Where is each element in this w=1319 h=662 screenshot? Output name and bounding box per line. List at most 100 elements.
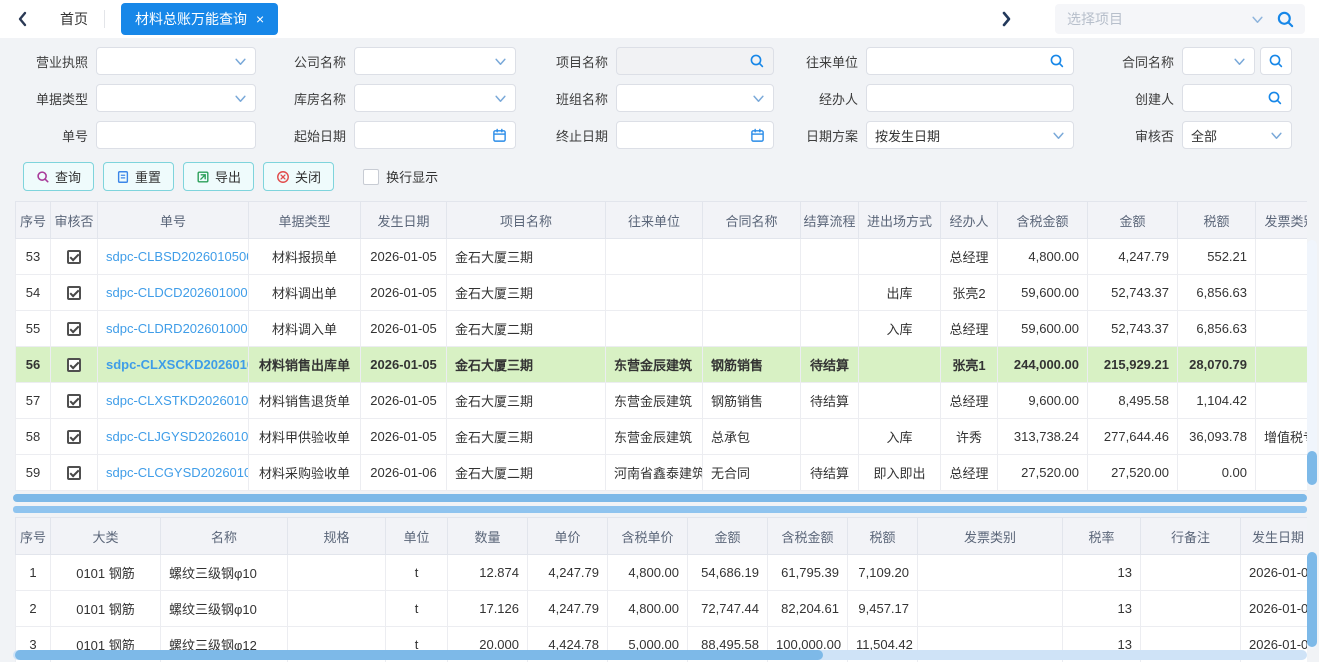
counterparty-search[interactable]	[866, 47, 1074, 75]
business-license-select[interactable]	[96, 47, 256, 75]
handler-input[interactable]	[866, 84, 1074, 112]
search-icon[interactable]	[1049, 53, 1065, 69]
tab-home[interactable]: 首页	[60, 9, 88, 29]
row-checkbox-checked[interactable]	[67, 322, 81, 336]
cell-unit: t	[386, 555, 448, 591]
filter-label-end-date: 终止日期	[524, 126, 608, 145]
company-name-select[interactable]	[354, 47, 516, 75]
start-date-picker[interactable]	[354, 121, 516, 149]
table-row[interactable]: 53sdpc-CLBSD20260105000材料报损单2026-01-05金石…	[16, 239, 1308, 275]
cell-handler: 许秀	[941, 419, 998, 455]
cell-doc-type: 材料报损单	[249, 239, 361, 275]
cell-contract: 无合同	[703, 455, 801, 491]
main-table-vertical-scrollbar[interactable]	[1307, 240, 1317, 487]
close-button[interactable]: 关闭	[263, 162, 334, 191]
row-checkbox-checked[interactable]	[67, 430, 81, 444]
detail-table-horizontal-scrollbar[interactable]	[13, 650, 1307, 660]
warehouse-select[interactable]	[354, 84, 516, 112]
cell-handler: 总经理	[941, 383, 998, 419]
doc-no-input[interactable]	[96, 121, 256, 149]
row-checkbox-checked[interactable]	[67, 466, 81, 480]
doc-number-link[interactable]: sdpc-CLDCD20260100000	[106, 285, 249, 300]
tab-close-icon[interactable]: ×	[256, 12, 264, 26]
cell-counterparty: 东营金辰建筑	[606, 419, 703, 455]
query-button[interactable]: 查询	[23, 162, 94, 191]
audited-select[interactable]: 全部	[1182, 121, 1292, 149]
cell-seq: 59	[16, 455, 51, 491]
end-date-picker[interactable]	[616, 121, 774, 149]
table-row[interactable]: 10101 钢筋螺纹三级钢φ10t12.8744,247.794,800.005…	[16, 555, 1308, 591]
doc-number-link[interactable]: sdpc-CLCGYSD202601060	[106, 465, 249, 480]
filter-label-warehouse: 库房名称	[264, 89, 346, 108]
contract-search-button[interactable]	[1260, 47, 1292, 75]
row-checkbox-checked[interactable]	[67, 250, 81, 264]
cell-amount: 72,747.44	[688, 591, 768, 627]
cell-in-out	[859, 239, 941, 275]
cell-amount-tax: 4,800.00	[998, 239, 1088, 275]
cell-amount-tax: 61,795.39	[768, 555, 848, 591]
table-row[interactable]: 54sdpc-CLDCD20260100000材料调出单2026-01-05金石…	[16, 275, 1308, 311]
main-table-horizontal-scrollbar[interactable]	[13, 494, 1307, 502]
column-header-doc-no: 单号	[98, 202, 249, 239]
filter-label-company-name: 公司名称	[264, 52, 346, 71]
cell-audited	[51, 419, 98, 455]
project-name-search[interactable]	[616, 47, 774, 75]
scrollbar-thumb[interactable]	[1307, 552, 1317, 647]
cell-invoice-type	[1256, 275, 1308, 311]
doc-number-link[interactable]: sdpc-CLXSCKD202601050	[106, 357, 249, 372]
cell-amount-tax: 59,600.00	[998, 275, 1088, 311]
cell-doc-no: sdpc-CLXSCKD202601050	[98, 347, 249, 383]
doc-number-link[interactable]: sdpc-CLXSTKD202601050	[106, 393, 249, 408]
cell-amount: 4,247.79	[1088, 239, 1178, 275]
filter-label-doc-type: 单据类型	[0, 89, 88, 108]
cell-counterparty: 东营金辰建筑	[606, 347, 703, 383]
row-checkbox-checked[interactable]	[67, 394, 81, 408]
filter-label-project-name: 项目名称	[524, 52, 608, 71]
search-icon[interactable]	[749, 53, 765, 69]
search-icon[interactable]	[1267, 90, 1283, 106]
table-row[interactable]: 20101 钢筋螺纹三级钢φ10t17.1264,247.794,800.007…	[16, 591, 1308, 627]
column-header-invoice-type: 发票类别	[918, 518, 1063, 555]
cell-project: 金石大厦三期	[447, 275, 606, 311]
cell-amount: 52,743.37	[1088, 311, 1178, 347]
filter-label-start-date: 起始日期	[264, 126, 346, 145]
table-row[interactable]: 55sdpc-CLDRD20260100000材料调入单2026-01-05金石…	[16, 311, 1308, 347]
column-header-unit: 单位	[386, 518, 448, 555]
wrap-display-checkbox[interactable]	[363, 169, 379, 185]
scrollbar-thumb[interactable]	[15, 650, 823, 660]
cell-amount-tax: 9,600.00	[998, 383, 1088, 419]
detail-table-vertical-scrollbar[interactable]	[1307, 552, 1317, 649]
search-icon[interactable]	[1276, 10, 1295, 29]
row-checkbox-checked[interactable]	[67, 286, 81, 300]
tab-material-ledger-query[interactable]: 材料总账万能查询 ×	[121, 3, 278, 35]
doc-type-select[interactable]	[96, 84, 256, 112]
cell-contract: 钢筋销售	[703, 347, 801, 383]
back-chevron-icon[interactable]	[16, 11, 30, 27]
cell-project: 金石大厦二期	[447, 455, 606, 491]
doc-number-link[interactable]: sdpc-CLBSD20260105000	[106, 249, 249, 264]
panel-splitter-scrollbar[interactable]	[13, 506, 1307, 513]
row-checkbox-checked[interactable]	[67, 358, 81, 372]
table-row[interactable]: 59sdpc-CLCGYSD202601060材料采购验收单2026-01-06…	[16, 455, 1308, 491]
doc-number-link[interactable]: sdpc-CLDRD20260100000	[106, 321, 249, 336]
column-header-amount-tax: 含税金额	[998, 202, 1088, 239]
scrollbar-thumb[interactable]	[1307, 451, 1317, 485]
export-button[interactable]: 导出	[183, 162, 254, 191]
cell-contract: 总承包	[703, 419, 801, 455]
table-row[interactable]: 56sdpc-CLXSCKD202601050材料销售出库单2026-01-05…	[16, 347, 1308, 383]
date-scheme-select[interactable]: 按发生日期	[866, 121, 1074, 149]
column-header-date: 发生日期	[1241, 518, 1308, 555]
team-select[interactable]	[616, 84, 774, 112]
cell-project: 金石大厦三期	[447, 383, 606, 419]
cell-project: 金石大厦二期	[447, 311, 606, 347]
table-row[interactable]: 58sdpc-CLJGYSD202601050材料甲供验收单2026-01-05…	[16, 419, 1308, 455]
project-select[interactable]: 选择项目	[1055, 4, 1305, 34]
doc-number-link[interactable]: sdpc-CLJGYSD202601050	[106, 429, 249, 444]
reset-button[interactable]: 重置	[103, 162, 174, 191]
filter-label-date-scheme: 日期方案	[782, 126, 858, 145]
forward-chevron-icon[interactable]	[999, 11, 1013, 27]
contract-name-select[interactable]	[1182, 47, 1255, 75]
creator-search[interactable]	[1182, 84, 1292, 112]
table-row[interactable]: 57sdpc-CLXSTKD202601050材料销售退货单2026-01-05…	[16, 383, 1308, 419]
cell-doc-type: 材料甲供验收单	[249, 419, 361, 455]
